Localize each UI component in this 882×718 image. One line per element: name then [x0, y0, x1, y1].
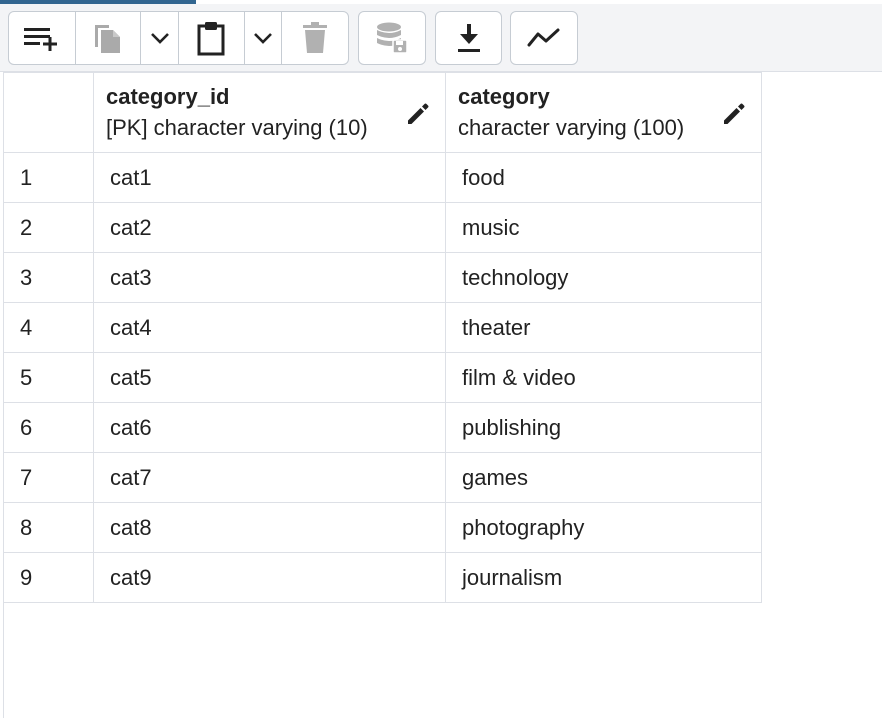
save-data-button[interactable]	[359, 12, 425, 64]
table-row: 2 cat2 music	[3, 202, 762, 253]
data-grid: category_id [PK] character varying (10) …	[3, 72, 762, 603]
column-name: category	[458, 84, 550, 109]
table-row: 5 cat5 film & video	[3, 352, 762, 403]
chevron-down-icon	[150, 33, 169, 44]
add-row-icon	[23, 28, 57, 51]
row-number[interactable]: 7	[3, 452, 94, 503]
save-data-icon	[377, 22, 408, 54]
cell-category[interactable]: games	[445, 452, 762, 503]
row-number[interactable]: 4	[3, 302, 94, 353]
graph-visualiser-button[interactable]	[511, 12, 577, 64]
row-number[interactable]: 9	[3, 552, 94, 603]
paste-button[interactable]	[178, 12, 244, 64]
cell-category-id[interactable]: cat6	[93, 402, 446, 453]
column-header-category[interactable]: category character varying (100)	[445, 72, 762, 153]
row-number[interactable]: 2	[3, 202, 94, 253]
row-number[interactable]: 3	[3, 252, 94, 303]
cell-category-id[interactable]: cat3	[93, 252, 446, 303]
cell-category[interactable]: technology	[445, 252, 762, 303]
copy-button[interactable]	[74, 12, 141, 64]
row-number-header[interactable]	[3, 72, 94, 153]
column-type: character varying (100)	[458, 115, 685, 140]
cell-category-id[interactable]: cat8	[93, 502, 446, 553]
graph-icon	[527, 28, 560, 47]
cell-category-id[interactable]: cat4	[93, 302, 446, 353]
copy-options-button[interactable]	[140, 12, 178, 64]
table-row: 1 cat1 food	[3, 152, 762, 203]
table-row: 6 cat6 publishing	[3, 402, 762, 453]
row-number[interactable]: 5	[3, 352, 94, 403]
cell-category-id[interactable]: cat7	[93, 452, 446, 503]
table-row: 8 cat8 photography	[3, 502, 762, 553]
cell-category-id[interactable]: cat2	[93, 202, 446, 253]
delete-button[interactable]	[281, 12, 348, 64]
row-number[interactable]: 1	[3, 152, 94, 203]
cell-category[interactable]: food	[445, 152, 762, 203]
column-name: category_id	[106, 84, 230, 109]
download-button[interactable]	[436, 12, 501, 64]
cell-category-id[interactable]: cat9	[93, 552, 446, 603]
column-header-category-id[interactable]: category_id [PK] character varying (10)	[93, 72, 446, 153]
table-row: 4 cat4 theater	[3, 302, 762, 353]
add-row-button[interactable]	[9, 12, 75, 64]
paste-options-button[interactable]	[243, 12, 282, 64]
cell-category[interactable]: theater	[445, 302, 762, 353]
download-button-group	[435, 11, 502, 65]
table-row: 3 cat3 technology	[3, 252, 762, 303]
edit-icon[interactable]	[721, 101, 747, 127]
cell-category[interactable]: photography	[445, 502, 762, 553]
header-row: category_id [PK] character varying (10) …	[3, 72, 762, 153]
edit-icon[interactable]	[405, 101, 431, 127]
cell-category[interactable]: music	[445, 202, 762, 253]
row-number[interactable]: 6	[3, 402, 94, 453]
graph-button-group	[510, 11, 578, 65]
save-button-group	[358, 11, 426, 65]
column-type: [PK] character varying (10)	[106, 115, 368, 140]
copy-icon	[94, 25, 120, 53]
cell-category[interactable]: film & video	[445, 352, 762, 403]
table-row: 9 cat9 journalism	[3, 552, 762, 603]
table-row: 7 cat7 games	[3, 452, 762, 503]
cell-category-id[interactable]: cat1	[93, 152, 446, 203]
paste-icon	[197, 22, 225, 56]
cell-category[interactable]: journalism	[445, 552, 762, 603]
delete-icon	[303, 22, 328, 53]
row-number[interactable]: 8	[3, 502, 94, 553]
cell-category[interactable]: publishing	[445, 402, 762, 453]
chevron-down-icon	[254, 33, 272, 44]
cell-category-id[interactable]: cat5	[93, 352, 446, 403]
edit-button-group	[8, 11, 349, 65]
download-icon	[457, 24, 480, 52]
